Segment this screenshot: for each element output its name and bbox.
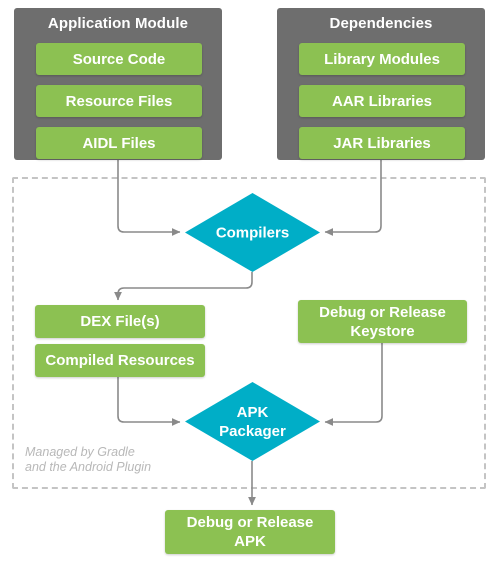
box-library-modules: Library Modules <box>299 43 465 75</box>
box-aar-libraries: AAR Libraries <box>299 85 465 117</box>
panel-title-application-module: Application Module <box>47 15 189 32</box>
box-resource-files: Resource Files <box>36 85 202 117</box>
box-output-apk: Debug or Release APK <box>165 510 335 554</box>
panel-title-dependencies: Dependencies <box>329 15 433 32</box>
box-dex-files: DEX File(s) <box>35 305 205 338</box>
managed-by-gradle-note: Managed by Gradle and the Android Plugin <box>25 445 152 474</box>
compilers-diamond-shape <box>185 193 320 272</box>
build-process-diagram: Application Module Source Code Resource … <box>0 0 500 562</box>
box-aidl-files: AIDL Files <box>36 127 202 159</box>
node-compilers: Compilers <box>185 193 320 272</box>
box-jar-libraries: JAR Libraries <box>299 127 465 159</box>
box-compiled-resources: Compiled Resources <box>35 344 205 377</box>
box-source-code: Source Code <box>36 43 202 75</box>
box-keystore: Debug or Release Keystore <box>298 300 467 343</box>
